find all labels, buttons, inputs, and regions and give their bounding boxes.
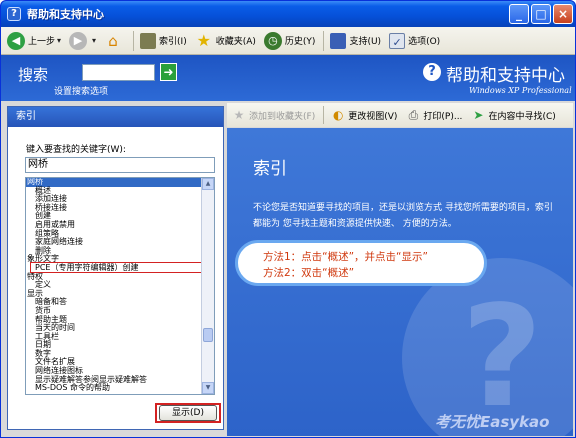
intro-description: 不论您是否知道要寻找的项目，还是以浏览方式 寻找您所需要的项目，索引都能为 您寻… — [253, 203, 553, 229]
back-label: 上一步 — [28, 37, 56, 47]
options-label: 选项(O) — [408, 37, 441, 47]
back-arrow-icon: ◀ — [7, 31, 25, 50]
options-checklist-icon: ✓ — [389, 32, 406, 49]
back-dropdown-icon[interactable]: ▾ — [57, 36, 61, 45]
help-question-icon: ? — [423, 63, 441, 81]
index-pane: 索引 键入要查找的关键字(W): 网桥 网桥 概述 添加连接 桥接连接 创建 启用或禁用组… — [7, 106, 224, 430]
support-label: 支持(U) — [349, 37, 382, 47]
maximize-button[interactable]: □ — [531, 4, 551, 24]
forward-button[interactable]: ▶ ▾ — [69, 31, 96, 50]
index-button[interactable]: 索引(I) — [140, 32, 187, 49]
toolbar-separator — [323, 30, 325, 51]
favorites-label: 收藏夹(A) — [215, 37, 256, 47]
keyword-input[interactable]: 网桥 — [25, 157, 215, 173]
window-controls: _ □ × — [509, 4, 573, 24]
search-go-button[interactable]: ➜ — [160, 63, 177, 81]
index-list-item[interactable]: 网桥 — [26, 178, 202, 187]
overview-highlight-box — [30, 262, 204, 273]
help-app-icon: ? — [7, 7, 21, 21]
find-arrow-icon: ➤ — [473, 108, 484, 122]
watermark-text: 考无忧Easykao — [435, 413, 550, 431]
history-label: 历史(Y) — [284, 37, 316, 47]
help-and-support-window: ? 帮助和支持中心 _ □ × ◀ 上一步 ▾ ▶ ▾ ⌂ 索引(I) ★ 收藏… — [0, 0, 576, 438]
add-to-favorites-button[interactable]: ★ 添加到收藏夹(F) — [231, 107, 316, 123]
index-list-item[interactable]: 桥接连接 — [26, 203, 202, 213]
close-button[interactable]: × — [553, 4, 573, 24]
index-keyword-list[interactable]: 网桥 概述 添加连接 桥接连接 创建 启用或禁用 组策略 家庭网络连接 删除 象形文字 PCE（专用… — [25, 177, 215, 395]
content-toolbar: ★ 添加到收藏夹(F) ◐ 更改视图(V) ⎙ 打印(P)... ➤ 在内容中寻… — [227, 103, 573, 127]
index-list-items: 网桥 概述 添加连接 桥接连接 创建 启用或禁用 组策略 家庭网络连接 删除 象形文字 PCE（专用… — [26, 178, 202, 393]
history-clock-icon: ◷ — [263, 31, 282, 50]
search-band: 搜索 ➜ 设置搜索选项 ? 帮助和支持中心 Windows XP Profess… — [1, 55, 575, 101]
search-input[interactable] — [82, 64, 155, 81]
show-button[interactable]: 显示(D) — [159, 405, 217, 421]
find-in-content-label: 在内容中寻找(C) — [488, 111, 556, 122]
printer-icon: ⎙ — [408, 108, 419, 122]
index-pane-header: 索引 — [8, 107, 223, 127]
support-book-icon — [330, 32, 347, 49]
home-icon: ⌂ — [108, 31, 118, 50]
find-in-content-button[interactable]: ➤ 在内容中寻找(C) — [470, 107, 555, 123]
search-label: 搜索 — [18, 66, 49, 84]
method-2-text: 方法2：双击“概述” — [263, 267, 355, 279]
change-view-label: 更改视图(V) — [348, 111, 398, 122]
add-to-favorites-label: 添加到收藏夹(F) — [249, 111, 316, 122]
favorites-button[interactable]: ★ 收藏夹(A) — [195, 30, 256, 50]
index-list-item[interactable]: MS-DOS 命令的帮助 — [26, 384, 202, 393]
scroll-down-icon[interactable]: ▼ — [202, 382, 214, 394]
window-title: 帮助和支持中心 — [27, 8, 104, 21]
print-label: 打印(P)... — [423, 111, 463, 122]
title-bar: ? 帮助和支持中心 _ □ × — [1, 1, 575, 27]
add-favorite-star-icon: ★ — [233, 108, 245, 122]
change-view-icon: ◐ — [332, 108, 344, 122]
index-list-item[interactable]: 定义 — [26, 281, 202, 290]
history-button[interactable]: ◷ 历史(Y) — [263, 31, 316, 50]
content-area: 索引 键入要查找的关键字(W): 网桥 网桥 概述 添加连接 桥接连接 创建 启用或禁用组… — [1, 101, 575, 437]
index-list-item[interactable]: 日期 — [26, 341, 202, 350]
brand-subtitle: Windows XP Professional — [469, 86, 572, 95]
back-button[interactable]: ◀ 上一步 ▾ — [7, 31, 61, 50]
options-button[interactable]: ✓ 选项(O) — [389, 32, 441, 49]
method-1-text: 方法1：点击“概述”，并点击“显示” — [263, 251, 428, 263]
star-icon: ★ — [196, 30, 211, 50]
minimize-button[interactable]: _ — [509, 4, 529, 24]
toolbar-separator — [323, 106, 325, 124]
scroll-up-icon[interactable]: ▲ — [202, 178, 214, 190]
keyword-label: 键入要查找的关键字(W): — [26, 145, 126, 155]
index-list-item[interactable]: 工具栏 — [26, 332, 202, 342]
support-button[interactable]: 支持(U) — [330, 32, 382, 49]
index-book-icon — [140, 32, 157, 49]
toolbar-separator — [133, 30, 135, 51]
index-list-item[interactable]: 暗备和答 — [26, 298, 202, 307]
change-view-button[interactable]: ◐ 更改视图(V) — [330, 107, 397, 123]
intro-title: 索引 — [253, 159, 287, 179]
instruction-callout: 方法1：点击“概述”，并点击“显示” 方法2：双击“概述” — [235, 240, 487, 286]
list-scrollbar[interactable]: ▲ ▼ — [201, 178, 214, 394]
home-button[interactable]: ⌂ — [104, 32, 125, 50]
index-list-item[interactable]: 家庭网络连接 — [26, 238, 202, 247]
forward-dropdown-icon[interactable]: ▾ — [92, 36, 96, 45]
print-button[interactable]: ⎙ 打印(P)... — [405, 107, 463, 123]
scroll-thumb[interactable] — [203, 328, 213, 342]
index-label: 索引(I) — [159, 37, 187, 47]
search-options-link[interactable]: 设置搜索选项 — [54, 84, 108, 97]
index-list-item[interactable]: 特权 — [26, 272, 202, 282]
brand-title: 帮助和支持中心 — [446, 66, 565, 86]
main-toolbar: ◀ 上一步 ▾ ▶ ▾ ⌂ 索引(I) ★ 收藏夹(A) ◷ 历史(Y) 支持(… — [1, 27, 575, 55]
forward-arrow-icon: ▶ — [69, 31, 88, 50]
index-intro-pane: ? 索引 不论您是否知道要寻找的项目，还是以浏览方式 寻找您所需要的项目，索引都… — [227, 128, 573, 436]
